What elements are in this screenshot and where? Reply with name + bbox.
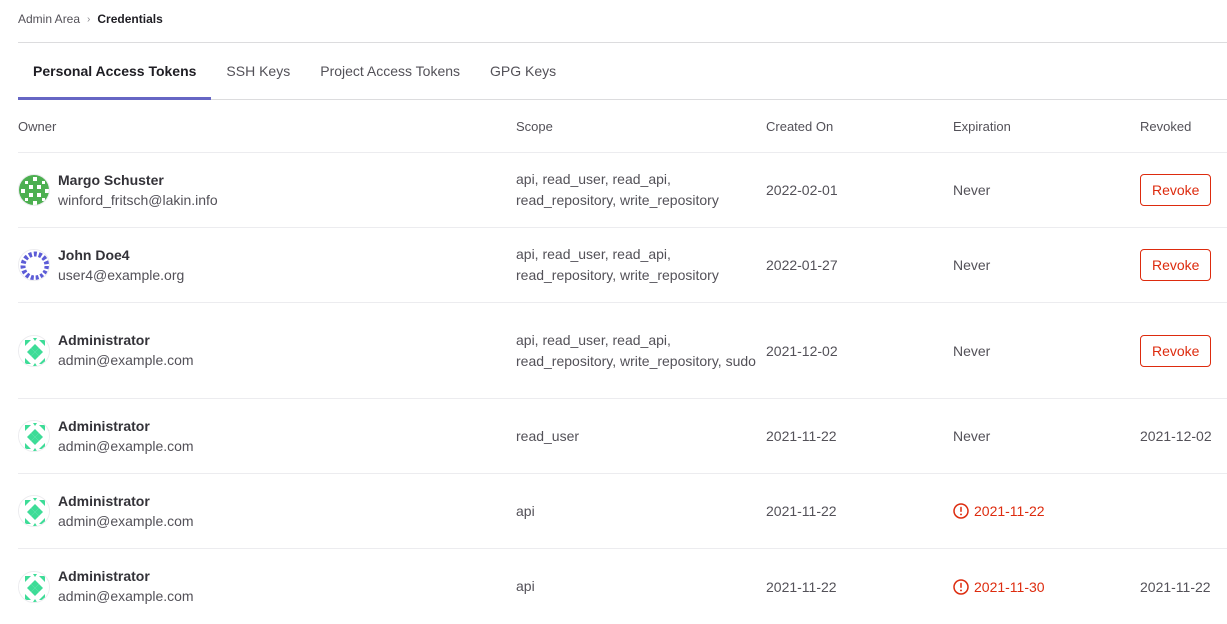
owner-email: winford_fritsch@lakin.info bbox=[58, 191, 218, 208]
avatar[interactable] bbox=[18, 334, 50, 367]
created-on-cell: 2021-11-22 bbox=[766, 428, 837, 444]
revoked-cell: Revoke bbox=[1140, 174, 1227, 206]
table-row: Administrator admin@example.com read_use… bbox=[18, 399, 1227, 474]
owner-cell: Administrator admin@example.com bbox=[18, 491, 516, 532]
expiration-cell: Never bbox=[953, 343, 1140, 359]
table-row: Margo Schuster winford_fritsch@lakin.inf… bbox=[18, 153, 1227, 228]
expiration-value: Never bbox=[953, 182, 991, 198]
revoked-cell: Revoke bbox=[1140, 334, 1227, 367]
table-row: Administrator admin@example.com api 2021… bbox=[18, 549, 1227, 624]
owner-email: admin@example.com bbox=[58, 437, 194, 454]
header-expiration: Expiration bbox=[953, 118, 1011, 134]
scope-cell: api, read_user, read_api, read_repositor… bbox=[516, 171, 719, 208]
warning-icon bbox=[953, 578, 969, 595]
scope-cell: read_user bbox=[516, 427, 580, 444]
avatar[interactable] bbox=[18, 420, 50, 452]
owner-cell: Administrator admin@example.com bbox=[18, 330, 516, 371]
owner-cell: Administrator admin@example.com bbox=[18, 416, 516, 457]
expiration-cell: 2021-11-30 bbox=[953, 579, 1140, 595]
owner-name[interactable]: John Doe4 bbox=[58, 245, 184, 265]
tokens-table: Owner Scope Created On Expiration Revoke… bbox=[18, 100, 1227, 624]
owner-cell: Margo Schuster winford_fritsch@lakin.inf… bbox=[18, 170, 516, 211]
breadcrumb: Admin Area › Credentials bbox=[18, 0, 1227, 43]
owner-email: admin@example.com bbox=[58, 352, 194, 368]
identicon-blue-icon bbox=[19, 250, 49, 280]
created-on-cell: 2021-12-02 bbox=[766, 342, 838, 359]
owner-name[interactable]: Administrator bbox=[58, 416, 194, 436]
created-on-cell: 2021-11-22 bbox=[766, 578, 837, 595]
revoke-button[interactable]: Revoke bbox=[1140, 249, 1212, 281]
created-on-cell: 2021-11-22 bbox=[766, 503, 837, 519]
revoke-button[interactable]: Revoke bbox=[1140, 174, 1212, 206]
owner-name[interactable]: Administrator bbox=[58, 566, 194, 586]
expiration-value: Never bbox=[953, 428, 991, 444]
header-created-on: Created On bbox=[766, 118, 834, 134]
expiration-cell: Never bbox=[953, 182, 1140, 198]
expiration-cell: Never bbox=[953, 428, 1140, 444]
created-on-cell: 2022-01-27 bbox=[766, 257, 838, 273]
table-row: Administrator admin@example.com api, rea… bbox=[18, 303, 1227, 399]
owner-cell: John Doe4 user4@example.org bbox=[18, 245, 516, 286]
header-owner: Owner bbox=[18, 118, 57, 134]
scope-cell: api, read_user, read_api, read_repositor… bbox=[516, 331, 756, 369]
revoke-button[interactable]: Revoke bbox=[1140, 334, 1212, 367]
chevron-right-icon: › bbox=[87, 13, 91, 25]
scope-cell: api bbox=[516, 502, 535, 519]
owner-email: admin@example.com bbox=[58, 512, 194, 529]
expiration-cell: Never bbox=[953, 257, 1140, 273]
tab-gpg-keys[interactable]: GPG Keys bbox=[475, 43, 571, 99]
scope-cell: api, read_user, read_api, read_repositor… bbox=[516, 246, 719, 283]
header-revoked: Revoked bbox=[1140, 118, 1192, 134]
avatar[interactable] bbox=[18, 495, 50, 527]
revoked-cell: 2021-12-02 bbox=[1140, 428, 1212, 444]
breadcrumb-admin-area[interactable]: Admin Area bbox=[18, 12, 80, 26]
expiration-value: Never bbox=[953, 342, 991, 359]
credentials-page: Admin Area › Credentials Personal Access… bbox=[18, 0, 1227, 624]
header-scope: Scope bbox=[516, 118, 553, 134]
identicon-teal-icon bbox=[19, 571, 49, 602]
revoked-cell: Revoke bbox=[1140, 249, 1227, 281]
credentials-tabs: Personal Access Tokens SSH Keys Project … bbox=[18, 43, 1227, 100]
owner-email: admin@example.com bbox=[58, 588, 194, 604]
warning-icon bbox=[953, 503, 969, 519]
identicon-green-icon bbox=[19, 175, 49, 205]
tab-project-access-tokens[interactable]: Project Access Tokens bbox=[305, 43, 475, 99]
owner-email: user4@example.org bbox=[58, 266, 185, 283]
avatar[interactable] bbox=[18, 249, 50, 281]
identicon-teal-icon bbox=[19, 421, 49, 451]
expiration-value: Never bbox=[953, 257, 991, 273]
expiration-value: 2021-11-22 bbox=[974, 503, 1045, 519]
owner-name[interactable]: Administrator bbox=[58, 330, 194, 350]
table-row: John Doe4 user4@example.org api, read_us… bbox=[18, 228, 1227, 303]
owner-name[interactable]: Margo Schuster bbox=[58, 170, 218, 190]
avatar[interactable] bbox=[18, 174, 50, 206]
expiration-cell: 2021-11-22 bbox=[953, 503, 1140, 519]
breadcrumb-credentials: Credentials bbox=[97, 12, 163, 26]
table-row: Administrator admin@example.com api 2021… bbox=[18, 474, 1227, 549]
tab-ssh-keys[interactable]: SSH Keys bbox=[211, 43, 305, 99]
owner-name[interactable]: Administrator bbox=[58, 491, 194, 511]
identicon-teal-icon bbox=[19, 335, 49, 366]
table-header: Owner Scope Created On Expiration Revoke… bbox=[18, 100, 1227, 153]
owner-cell: Administrator admin@example.com bbox=[18, 566, 516, 607]
expiration-value: 2021-11-30 bbox=[974, 578, 1045, 595]
avatar[interactable] bbox=[18, 570, 50, 603]
created-on-cell: 2022-02-01 bbox=[766, 182, 838, 198]
scope-cell: api bbox=[516, 578, 535, 594]
identicon-teal-icon bbox=[19, 496, 49, 526]
tab-personal-access-tokens[interactable]: Personal Access Tokens bbox=[18, 43, 212, 100]
revoked-cell: 2021-11-22 bbox=[1140, 578, 1211, 595]
